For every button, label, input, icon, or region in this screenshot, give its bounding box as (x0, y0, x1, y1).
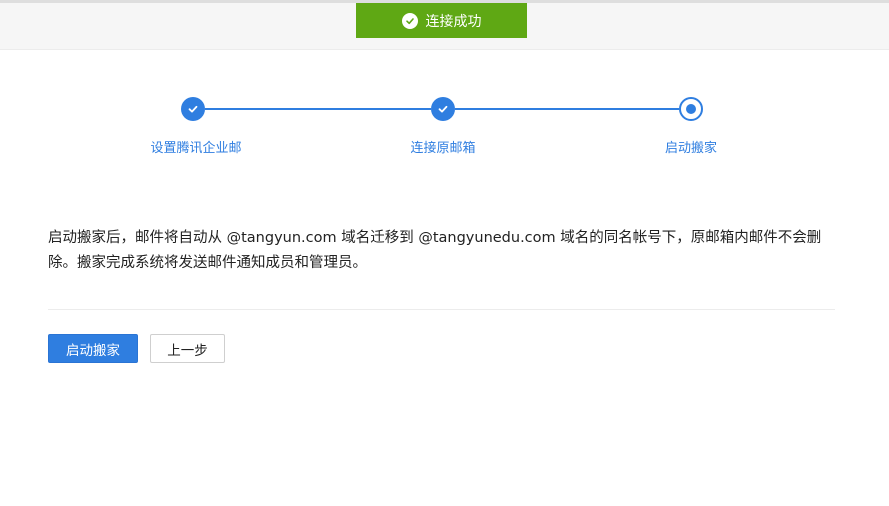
step-3-label: 启动搬家 (664, 141, 718, 156)
progress-stepper: 设置腾讯企业邮 连接原邮箱 启动搬家 (0, 96, 889, 166)
divider (48, 309, 835, 310)
previous-step-button[interactable]: 上一步 (150, 334, 225, 363)
step-1-check-icon (181, 97, 205, 121)
step-2-check-icon (431, 97, 455, 121)
migration-description: 启动搬家后，邮件将自动从 @tangyun.com 域名迁移到 @tangyun… (48, 230, 822, 271)
step-1-label: 设置腾讯企业邮 (150, 141, 242, 156)
step-connector-1 (205, 108, 431, 110)
start-migration-button[interactable]: 启动搬家 (48, 334, 138, 363)
step-2-label: 连接原邮箱 (410, 141, 476, 156)
step-connector-2 (455, 108, 679, 110)
check-circle-icon (401, 12, 418, 29)
success-toast: 连接成功 (356, 3, 527, 38)
step-3-current-icon (679, 97, 703, 121)
toast-text: 连接成功 (425, 13, 482, 30)
